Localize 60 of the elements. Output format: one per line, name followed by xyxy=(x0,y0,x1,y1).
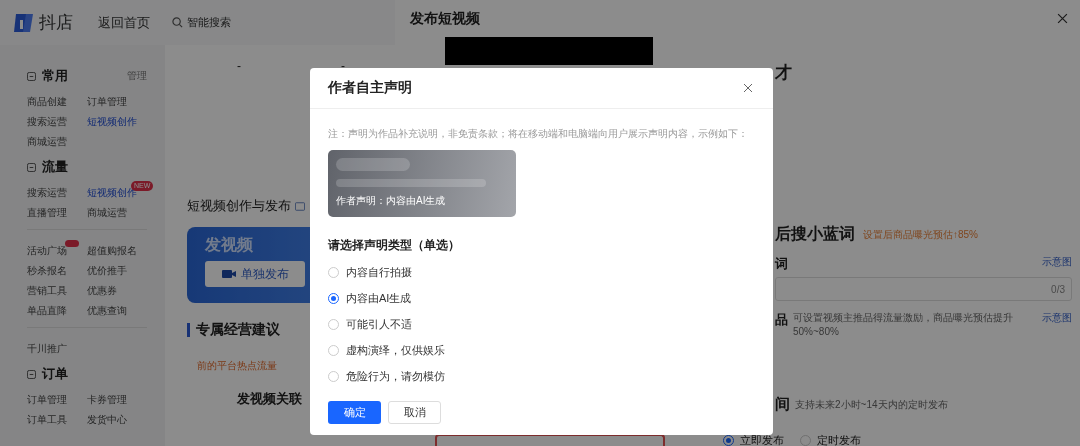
radio-option[interactable]: 虚构演绎，仅供娱乐 xyxy=(328,342,445,358)
search-field[interactable]: 智能搜索 xyxy=(166,7,392,38)
sidebar-item[interactable]: 超值购报名 xyxy=(87,245,137,256)
sidebar-item[interactable]: 搜索运营 xyxy=(27,187,67,198)
manage-link[interactable]: 管理 xyxy=(127,69,147,83)
sidebar-item[interactable]: 搜索运营 xyxy=(27,116,67,127)
cancel-button[interactable]: 取消 xyxy=(388,401,441,424)
sidebar-item[interactable]: 优惠查询 xyxy=(87,305,127,316)
section-heading: 短视频创作与发布 xyxy=(187,197,291,215)
section-title: 流量 xyxy=(42,158,68,176)
field-label: 品 xyxy=(775,311,788,329)
sidebar-item[interactable]: 千川推广 xyxy=(27,343,67,354)
example-link[interactable]: 示意图 xyxy=(1042,255,1072,269)
sidebar-item[interactable]: 商城运营 xyxy=(27,136,67,147)
sidebar-item[interactable]: 订单管理 xyxy=(27,394,67,405)
confirm-button[interactable]: 确定 xyxy=(328,401,381,424)
sidebar-item[interactable]: 商城运营 xyxy=(87,207,127,218)
radio-option[interactable]: 定时发布 xyxy=(800,434,861,446)
stat-value: - xyxy=(237,59,241,75)
radio-option[interactable]: 可能引人不适 xyxy=(328,316,412,332)
sidebar-item[interactable]: 单品直降 xyxy=(27,305,67,316)
sidebar-item[interactable]: 订单管理 xyxy=(87,96,127,107)
section-heading: 后搜小蓝词 xyxy=(775,224,855,244)
radio-option[interactable]: 危险行为，请勿模仿 xyxy=(328,368,445,384)
sidebar-item[interactable]: 活动广场 xyxy=(27,245,67,256)
example-link[interactable]: 示意图 xyxy=(1042,311,1072,325)
sidebar-item[interactable]: 直播管理 xyxy=(27,207,67,218)
note-text: 注：声明为作品补充说明，非免责条款；将在移动端和电脑端向用户展示声明内容，示例如下： xyxy=(328,127,748,141)
section-title: 常用 xyxy=(42,67,68,85)
hint-text: 设置后商品曝光预估↑85% xyxy=(863,227,978,242)
section-heading: 才 xyxy=(775,62,792,84)
sidebar-item[interactable]: 优惠券 xyxy=(87,285,117,296)
sidebar-item[interactable]: 营销工具 xyxy=(27,285,67,296)
description-text: 支持未来2小时~14天内的定时发布 xyxy=(795,397,949,412)
sidebar-item[interactable]: 订单工具 xyxy=(27,414,67,425)
dialog-title: 作者自主声明 xyxy=(328,79,412,97)
field-label: 词 xyxy=(775,255,788,273)
sidebar-item[interactable]: 短视频创作 xyxy=(87,116,137,127)
question-label: 请选择声明类型（单选） xyxy=(328,237,460,254)
publish-button[interactable]: 单独发布 xyxy=(205,261,305,287)
section-title: 订单 xyxy=(42,365,68,383)
drawer-title: 发布短视频 xyxy=(410,9,480,28)
example-text: 作者声明：内容由AI生成 xyxy=(336,194,447,208)
hint-text: 前的平台热点流量 xyxy=(197,359,277,373)
section-heading: 专属经营建议 xyxy=(196,321,280,339)
card-title: 发视频 xyxy=(205,235,253,255)
radio-option[interactable]: 内容由AI生成 xyxy=(328,290,412,306)
sidebar-item[interactable]: 发货中心 xyxy=(87,414,127,425)
sidebar-item[interactable]: 优价推手 xyxy=(87,265,127,276)
description-text: 可设置视频主推品得流量激励，商品曝光预估提升50%~80% xyxy=(793,311,1014,339)
sidebar-item[interactable]: 秒杀报名 xyxy=(27,265,67,276)
sidebar-item[interactable]: 卡券管理 xyxy=(87,394,127,405)
keyword-field[interactable]: 0/3 xyxy=(775,277,1072,301)
logo-text: 抖店 xyxy=(39,12,73,34)
radio-option[interactable]: 内容自行拍摄 xyxy=(328,264,412,280)
home-link[interactable]: 返回首页 xyxy=(98,13,166,32)
sidebar-item[interactable]: 商品创建 xyxy=(27,96,67,107)
field-label: 间 xyxy=(775,395,790,414)
stat-value: - xyxy=(341,59,345,75)
subheading: 发视频关联 xyxy=(237,390,302,408)
